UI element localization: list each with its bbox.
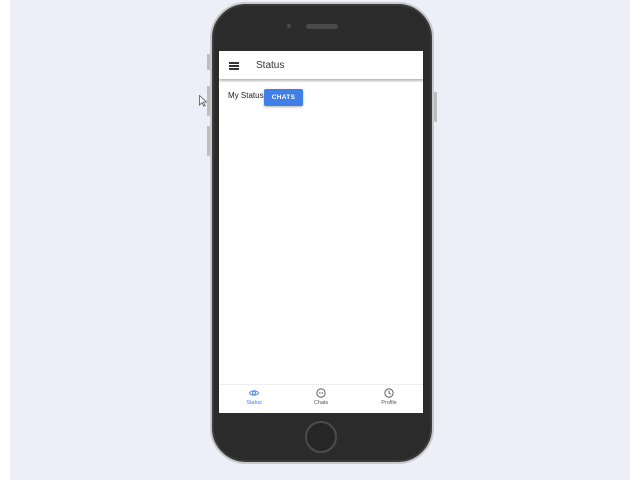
profile-icon bbox=[384, 388, 394, 398]
nav-label-status: Status bbox=[246, 400, 262, 406]
nav-label-chats: Chats bbox=[313, 400, 329, 406]
mute-switch bbox=[207, 54, 210, 70]
nav-item-chats[interactable]: Chats bbox=[291, 388, 351, 412]
nav-item-status[interactable]: Status bbox=[224, 388, 284, 412]
chat-bubble-icon bbox=[316, 388, 326, 398]
bottom-navigation: Status Chats Profile bbox=[219, 384, 423, 413]
earpiece-speaker bbox=[306, 24, 338, 29]
power-button bbox=[434, 92, 437, 122]
phone-screen: Status My Status CHATS Status Chats Prof… bbox=[219, 51, 423, 413]
front-camera bbox=[287, 24, 291, 28]
volume-down-button bbox=[207, 126, 210, 156]
my-status-label: My Status bbox=[228, 91, 264, 100]
volume-up-button bbox=[207, 86, 210, 116]
mouse-cursor-icon bbox=[199, 95, 207, 107]
stage: Status My Status CHATS Status Chats Prof… bbox=[0, 0, 640, 480]
nav-item-profile[interactable]: Profile bbox=[359, 388, 419, 412]
app-bar: Status bbox=[219, 51, 423, 79]
hamburger-menu-icon[interactable] bbox=[229, 62, 239, 70]
status-content: My Status CHATS bbox=[219, 79, 423, 384]
chats-button[interactable]: CHATS bbox=[264, 89, 303, 106]
page-title: Status bbox=[256, 60, 285, 71]
nav-label-profile: Profile bbox=[381, 400, 397, 406]
eye-icon bbox=[249, 390, 259, 396]
home-button[interactable] bbox=[305, 421, 337, 453]
